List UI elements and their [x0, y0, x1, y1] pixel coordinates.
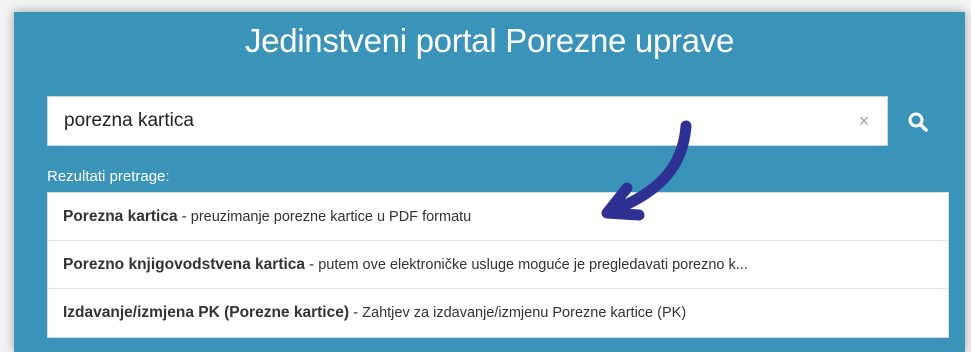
search-icon [908, 112, 928, 132]
result-title: Porezno knjigovodstvena kartica [63, 255, 306, 273]
search-results-list: Porezna kartica - preuzimanje porezne ka… [47, 192, 949, 338]
result-title: Izdavanje/izmjena PK (Porezne kartice) [63, 304, 349, 321]
result-separator: - [181, 207, 187, 225]
result-separator: - [309, 255, 315, 273]
search-input[interactable] [48, 97, 854, 145]
screenshot-frame: Jedinstveni portal Porezne uprave × Rezu… [0, 0, 971, 352]
result-title: Porezna kartica [63, 207, 178, 225]
clear-icon[interactable]: × [855, 111, 873, 131]
result-item-izdavanje-izmjena-pk[interactable]: Izdavanje/izmjena PK (Porezne kartice) -… [48, 289, 948, 337]
result-item-porezna-kartica[interactable]: Porezna kartica - preuzimanje porezne ka… [48, 193, 948, 241]
result-description: putem ove elektroničke usluge moguće je … [318, 256, 748, 273]
search-portal-panel: Jedinstveni portal Porezne uprave × Rezu… [14, 12, 965, 352]
search-box[interactable]: × [47, 96, 888, 146]
result-item-porezno-knjigovodstvena-kartica[interactable]: Porezno knjigovodstvena kartica - putem … [48, 241, 948, 289]
result-description: Zahtjev za izdavanje/izmjenu Porezne kar… [362, 305, 687, 321]
page-title: Jedinstveni portal Porezne uprave [244, 22, 735, 59]
result-description: preuzimanje porezne kartice u PDF format… [190, 208, 472, 225]
result-separator: - [353, 304, 359, 321]
search-button[interactable] [900, 106, 936, 138]
results-label: Rezultati pretrage: [47, 168, 170, 185]
